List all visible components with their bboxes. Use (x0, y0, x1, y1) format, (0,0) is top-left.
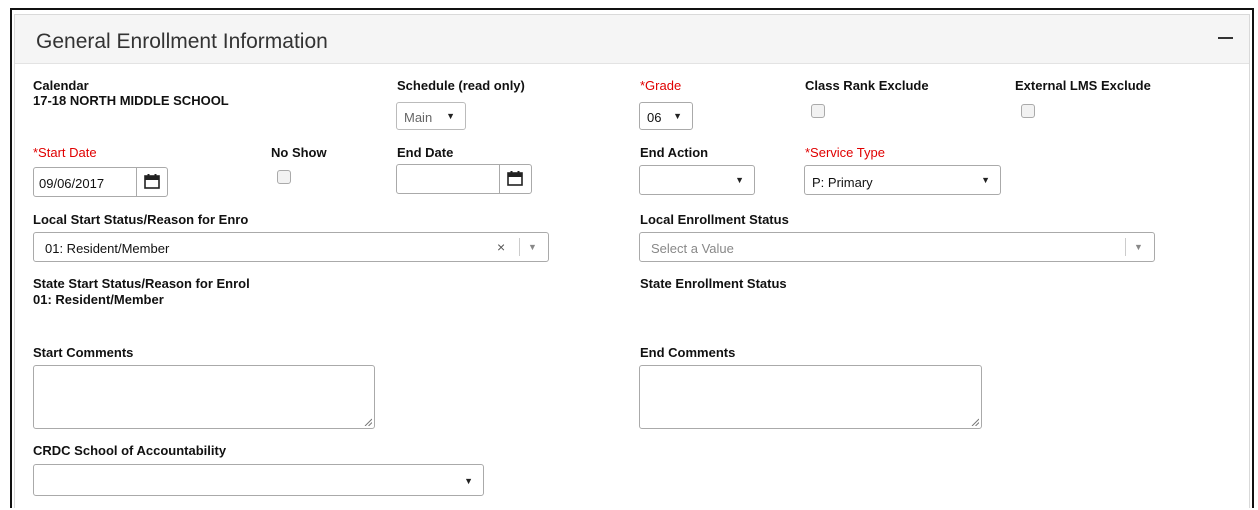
panel-header: General Enrollment Information (15, 15, 1249, 64)
state-start-status-value: 01: Resident/Member (33, 292, 164, 307)
end-comments-label: End Comments (640, 345, 736, 360)
dropdown-arrow-icon: ▼ (735, 175, 744, 185)
no-show-checkbox[interactable] (277, 170, 291, 184)
local-start-status-select[interactable]: 01: Resident/Member × ▼ (33, 232, 549, 262)
resize-grip-icon[interactable] (364, 418, 372, 426)
class-rank-exclude-label: Class Rank Exclude (805, 78, 929, 93)
start-comments-textarea[interactable] (33, 365, 375, 429)
dropdown-arrow-icon: ▼ (464, 476, 473, 486)
crdc-school-select[interactable]: ▼ (33, 464, 484, 496)
end-comments-textarea[interactable] (639, 365, 982, 429)
crdc-school-label: CRDC School of Accountability (33, 443, 227, 458)
dropdown-arrow-icon[interactable]: ▼ (528, 242, 537, 252)
local-enrollment-status-label: Local Enrollment Status (640, 212, 789, 227)
external-lms-exclude-checkbox[interactable] (1021, 104, 1035, 118)
local-start-status-value: 01: Resident/Member (45, 241, 170, 256)
service-type-label: *Service Type (805, 145, 885, 160)
grade-label: *Grade (640, 78, 682, 93)
start-comments-label: Start Comments (33, 345, 134, 360)
local-enrollment-status-select[interactable]: Select a Value ▼ (639, 232, 1155, 262)
start-date-field[interactable]: 09/06/2017 (33, 167, 168, 197)
local-enrollment-status-placeholder: Select a Value (651, 241, 734, 256)
class-rank-exclude-checkbox[interactable] (811, 104, 825, 118)
schedule-value: Main (404, 110, 433, 125)
schedule-label: Schedule (read only) (397, 78, 525, 93)
collapse-button[interactable] (1218, 37, 1233, 39)
end-date-field[interactable] (396, 164, 532, 194)
state-enrollment-status-label: State Enrollment Status (640, 276, 787, 291)
calendar-value: 17-18 NORTH MIDDLE SCHOOL (33, 93, 229, 108)
calendar-icon[interactable] (144, 174, 160, 189)
dropdown-arrow-icon[interactable]: ▼ (1134, 242, 1143, 252)
state-start-status-label: State Start Status/Reason for Enrol (33, 276, 250, 291)
no-show-label: No Show (271, 145, 327, 160)
schedule-select: Main ▼ (396, 102, 466, 130)
end-action-select[interactable]: ▼ (639, 165, 755, 195)
panel-title: General Enrollment Information (36, 30, 328, 53)
calendar-label: Calendar (33, 78, 89, 93)
external-lms-exclude-label: External LMS Exclude (1015, 78, 1151, 93)
start-date-label: *Start Date (33, 145, 97, 160)
dropdown-arrow-icon: ▼ (446, 111, 455, 121)
dropdown-arrow-icon: ▼ (981, 175, 990, 185)
end-date-label: End Date (397, 145, 454, 160)
service-type-value: P: Primary (812, 175, 873, 190)
dropdown-arrow-icon: ▼ (673, 111, 682, 121)
end-action-label: End Action (640, 145, 709, 160)
clear-icon[interactable]: × (497, 239, 505, 255)
resize-grip-icon[interactable] (971, 418, 979, 426)
service-type-select[interactable]: P: Primary ▼ (804, 165, 1001, 195)
grade-select[interactable]: 06 ▼ (639, 102, 693, 130)
grade-value: 06 (647, 110, 662, 125)
local-start-status-label: Local Start Status/Reason for Enro (33, 212, 249, 227)
start-date-value: 09/06/2017 (39, 176, 105, 191)
calendar-icon[interactable] (507, 171, 523, 186)
